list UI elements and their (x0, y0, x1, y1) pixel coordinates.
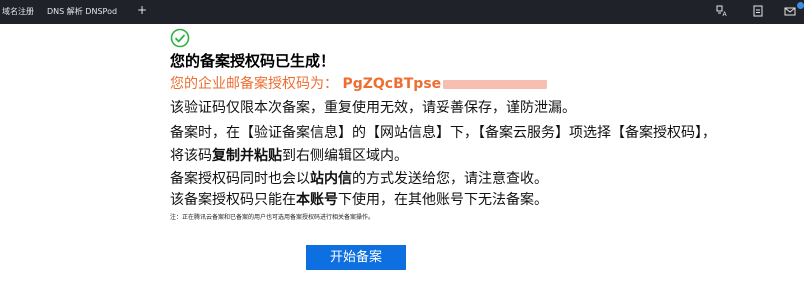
start-filing-button[interactable]: 开始备案 (306, 245, 406, 270)
instruction-line-3: 将该码复制并粘贴到右侧编辑区域内。 (170, 145, 408, 165)
this-account-emphasis: 本账号 (296, 192, 338, 208)
success-check-icon (170, 28, 190, 48)
mail-icon[interactable] (784, 5, 796, 17)
line4-prefix: 备案授权码同时也会以 (170, 171, 310, 187)
document-icon[interactable] (752, 5, 764, 17)
redacted-mask (443, 79, 548, 89)
site-message-emphasis: 站内信 (310, 171, 352, 187)
notification-badge (797, 2, 804, 9)
page-title: 您的备案授权码已生成！ (170, 52, 336, 70)
footnote: 注：正在腾讯云备案和已备案的用户也可选用备案授权码进行相关备案操作。 (170, 214, 375, 221)
nav-domain-registration[interactable]: 域名注册 (2, 6, 34, 17)
add-tab-button[interactable]: + (137, 3, 147, 17)
line5-prefix: 该备案授权码只能在 (170, 192, 296, 208)
nav-dns-resolution[interactable]: DNS 解析 DNSPod (47, 6, 117, 17)
top-nav-bar: 域名注册 DNS 解析 DNSPod + A (0, 0, 804, 24)
copy-paste-emphasis: 复制并粘贴 (212, 148, 282, 164)
auth-code-label: 您的企业邮备案授权码为： (170, 76, 338, 92)
instruction-line-4: 备案授权码同时也会以站内信的方式发送给您，请注意查收。 (170, 168, 548, 188)
instruction-line-5: 该备案授权码只能在本账号下使用，在其他账号下无法备案。 (170, 189, 548, 209)
line3-suffix: 到右侧编辑区域内。 (282, 148, 408, 164)
instruction-line-2: 备案时，在【验证备案信息】的【网站信息】下，【备案云服务】项选择【备案授权码】， (170, 125, 716, 141)
translate-icon[interactable]: A (716, 5, 728, 17)
svg-text:A: A (723, 11, 728, 17)
line4-suffix: 的方式发送给您，请注意查收。 (352, 171, 548, 187)
line5-suffix: 下使用，在其他账号下无法备案。 (338, 192, 548, 208)
instruction-line-1: 该验证码仅限本次备案，重复使用无效，请妥善保存，谨防泄漏。 (170, 100, 576, 116)
auth-code-value: PgZQcBTpse (342, 76, 442, 92)
auth-code-line: 您的企业邮备案授权码为： PgZQcBTpse (170, 73, 548, 93)
line3-prefix: 将该码 (170, 148, 212, 164)
